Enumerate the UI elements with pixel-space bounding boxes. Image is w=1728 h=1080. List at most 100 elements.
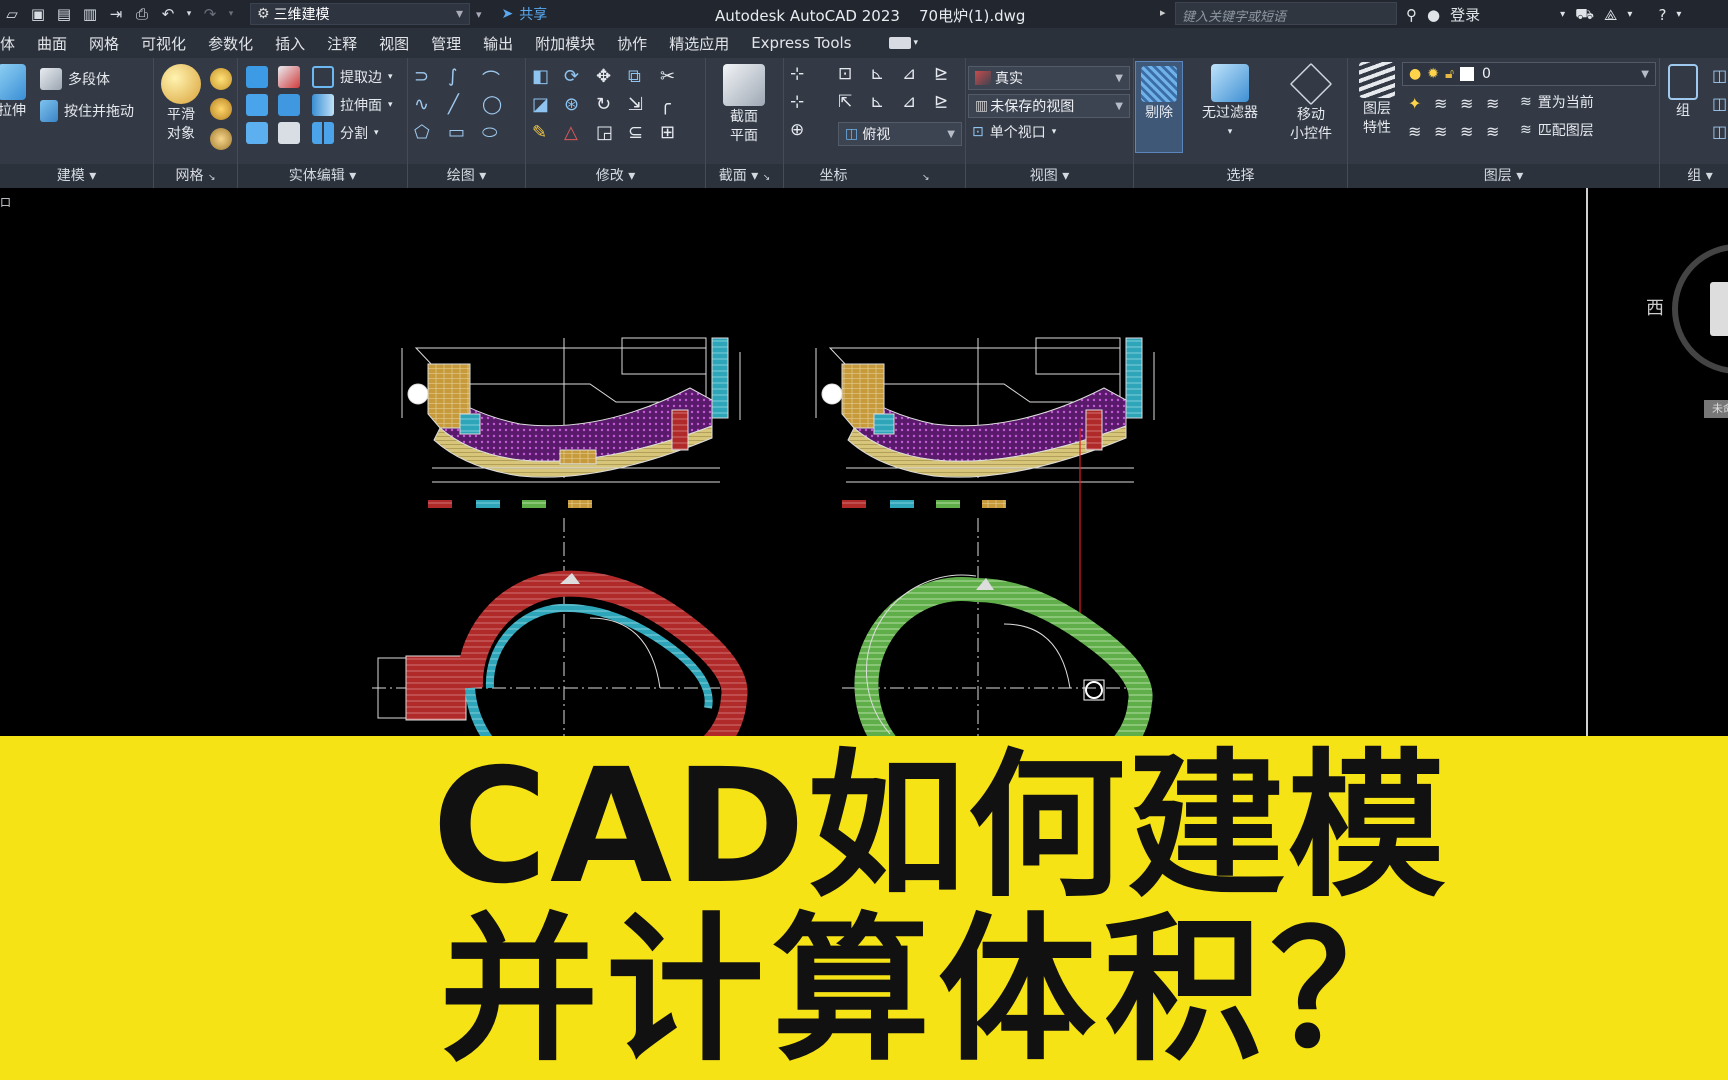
circle-icon[interactable]: ◯ bbox=[482, 94, 502, 115]
panel-title-modify[interactable]: 修改 ▾ bbox=[526, 164, 705, 188]
ucs-menu-label[interactable]: 未命 bbox=[1704, 400, 1728, 418]
tab-featured-apps[interactable]: 精选应用 bbox=[658, 33, 740, 54]
viewcube-west-label[interactable]: 西 bbox=[1646, 294, 1664, 320]
panel-title-solid-editing[interactable]: 实体编辑 ▾ bbox=[238, 164, 407, 188]
viewcube-face[interactable] bbox=[1710, 282, 1728, 336]
layer-tool-icon[interactable]: ≋ bbox=[1460, 122, 1473, 141]
mesh-refine-icon[interactable] bbox=[210, 68, 232, 90]
no-filter-button[interactable]: 无过滤器 ▾ bbox=[1192, 64, 1268, 142]
group-tool-icon[interactable]: ◫ bbox=[1712, 122, 1727, 141]
panel-title-layers[interactable]: 图层 ▾ bbox=[1348, 164, 1659, 188]
panel-title-groups[interactable]: 组 ▾ bbox=[1660, 164, 1728, 188]
3d-array-icon[interactable]: ⊛ bbox=[564, 94, 579, 115]
offset-icon[interactable]: ⊆ bbox=[628, 122, 643, 143]
layer-tool-icon[interactable]: ≋ bbox=[1434, 122, 1447, 141]
erase-icon[interactable]: ✎ bbox=[532, 122, 547, 143]
rectangle-icon[interactable]: ▭ bbox=[448, 122, 465, 143]
fillet-icon[interactable]: ╭ bbox=[660, 94, 671, 115]
intersect-icon[interactable] bbox=[246, 94, 268, 116]
panel-title-section[interactable]: 截面 ▾ ↘ bbox=[706, 164, 783, 188]
tab-manage[interactable]: 管理 bbox=[420, 33, 472, 54]
app-dropdown-icon[interactable]: ▾ bbox=[1627, 9, 1632, 20]
make-current-button[interactable]: ≋ 置为当前 bbox=[1520, 92, 1594, 112]
spline-icon[interactable]: ∫ bbox=[448, 66, 457, 87]
polygon-icon[interactable]: ⬠ bbox=[414, 122, 430, 143]
tab-surface[interactable]: 曲面 bbox=[26, 33, 78, 54]
panel-title-draw[interactable]: 绘图 ▾ bbox=[408, 164, 525, 188]
tab-solid[interactable]: 体 bbox=[0, 33, 26, 54]
layer-tool-icon[interactable]: ≋ bbox=[1434, 94, 1447, 113]
polysolid-button[interactable]: 多段体 bbox=[40, 68, 110, 90]
ucs-x-icon[interactable]: ⊾ bbox=[870, 92, 884, 112]
union-icon[interactable] bbox=[246, 66, 268, 88]
move-icon[interactable]: ✥ bbox=[596, 66, 611, 87]
help-dropdown-icon[interactable]: ▾ bbox=[1676, 9, 1681, 20]
panel-title-coordinates[interactable]: 坐标 ↘ bbox=[784, 164, 965, 188]
move-gizmo-button[interactable]: 移动 小控件 bbox=[1276, 62, 1346, 144]
export-icon[interactable]: ▥ bbox=[80, 4, 100, 24]
tab-express-tools[interactable]: Express Tools bbox=[740, 34, 862, 52]
expand-search-icon[interactable]: ▸ bbox=[1160, 6, 1166, 19]
share-button[interactable]: ➤ 共享 bbox=[502, 4, 548, 24]
extract-edges-button[interactable]: 提取边 ▾ bbox=[312, 66, 393, 88]
tab-parametric[interactable]: 参数化 bbox=[197, 33, 264, 54]
viewport-config-button[interactable]: ⊡ 单个视口 ▾ bbox=[972, 122, 1056, 142]
ucs-3point-icon[interactable]: ⊵ bbox=[934, 64, 948, 84]
named-view-dropdown[interactable]: ▥ 未保存的视图 ▼ bbox=[968, 94, 1130, 118]
ucs-world-icon[interactable]: ⊡ bbox=[838, 64, 852, 84]
tab-insert[interactable]: 插入 bbox=[264, 33, 316, 54]
ribbon-minimize-dropdown-icon[interactable]: ▾ bbox=[914, 38, 919, 48]
mirror-icon[interactable]: ◧ bbox=[532, 66, 549, 87]
autodesk-app-icon[interactable]: ⟁ bbox=[1604, 6, 1617, 24]
align-icon[interactable]: ◪ bbox=[532, 94, 549, 115]
ellipse-icon[interactable]: ⬭ bbox=[482, 122, 497, 143]
line-icon[interactable]: ╱ bbox=[448, 94, 459, 115]
subtract-icon[interactable] bbox=[278, 66, 300, 88]
undo-dropdown-icon[interactable]: ▾ bbox=[184, 4, 194, 24]
save-icon[interactable]: ▣ bbox=[28, 4, 48, 24]
culling-button[interactable]: 剔除 bbox=[1135, 61, 1183, 153]
group-tool-icon[interactable]: ◫ bbox=[1712, 94, 1727, 113]
separate-button[interactable]: 分割 ▾ bbox=[312, 122, 379, 144]
ucs-zaxis-icon[interactable]: ⊿ bbox=[902, 64, 916, 84]
login-link[interactable]: 登录 bbox=[1450, 4, 1480, 25]
panel-title-modeling[interactable]: 建模 ▾ bbox=[0, 164, 153, 188]
layer-tool-icon[interactable]: ≋ bbox=[1408, 122, 1421, 141]
presspull-button[interactable]: 按住并拖动 bbox=[40, 100, 134, 122]
ucs-icon[interactable]: ⊹ bbox=[790, 64, 804, 84]
publish-icon[interactable]: ⇥ bbox=[106, 4, 126, 24]
cart-icon[interactable]: ⛟ bbox=[1575, 5, 1594, 25]
layer-dropdown[interactable]: ● ✹ 🔓︎ 0 ▼ bbox=[1402, 62, 1656, 86]
ucs-named-icon[interactable]: ⊕ bbox=[790, 120, 804, 140]
layer-tool-icon[interactable]: ≋ bbox=[1460, 94, 1473, 113]
tab-view[interactable]: 视图 bbox=[368, 33, 420, 54]
smooth-object-button[interactable]: 平滑 对象 bbox=[158, 64, 204, 144]
ribbon-minimize-icon[interactable] bbox=[888, 37, 911, 49]
trim-icon[interactable]: ✂ bbox=[660, 66, 675, 87]
workspace-dropdown[interactable]: ⚙ 三维建模 ▾ bbox=[250, 3, 470, 25]
copy-icon[interactable]: ⧉ bbox=[628, 66, 641, 87]
group-tool-icon[interactable]: ◫ bbox=[1712, 66, 1727, 85]
3d-rotate-icon[interactable]: ⟳ bbox=[564, 66, 579, 87]
redo-dropdown-icon[interactable]: ▾ bbox=[226, 4, 236, 24]
print-icon[interactable]: ⎙ bbox=[132, 4, 152, 24]
tab-annotate[interactable]: 注释 bbox=[316, 33, 368, 54]
mesh-uncrease-icon[interactable] bbox=[210, 128, 232, 150]
mesh-crease-icon[interactable] bbox=[210, 98, 232, 120]
group-button[interactable]: 组 bbox=[1666, 64, 1700, 121]
layer-tool-icon[interactable]: ≋ bbox=[1486, 122, 1499, 141]
slice-icon[interactable] bbox=[246, 122, 268, 144]
search-input[interactable]: 键入关键字或短语 bbox=[1175, 2, 1397, 25]
match-layer-button[interactable]: ≋ 匹配图层 bbox=[1520, 120, 1594, 140]
panel-title-view[interactable]: 视图 ▾ bbox=[966, 164, 1133, 188]
polyline-icon[interactable]: ⊃ bbox=[414, 66, 429, 87]
ucs-previous-icon[interactable]: ⊹ bbox=[790, 92, 804, 112]
array-icon[interactable]: ⊞ bbox=[660, 122, 675, 143]
rotate-icon[interactable]: ↻ bbox=[596, 94, 611, 115]
user-icon[interactable]: ● bbox=[1427, 6, 1440, 24]
search-icon[interactable]: ⚲ bbox=[1406, 6, 1417, 24]
stretch-icon[interactable]: ⇲ bbox=[628, 94, 643, 115]
ucs-origin-icon[interactable]: ⊾ bbox=[870, 64, 884, 84]
help-icon[interactable]: ? bbox=[1658, 6, 1666, 24]
viewcube[interactable]: 西 未命 bbox=[1646, 244, 1728, 418]
